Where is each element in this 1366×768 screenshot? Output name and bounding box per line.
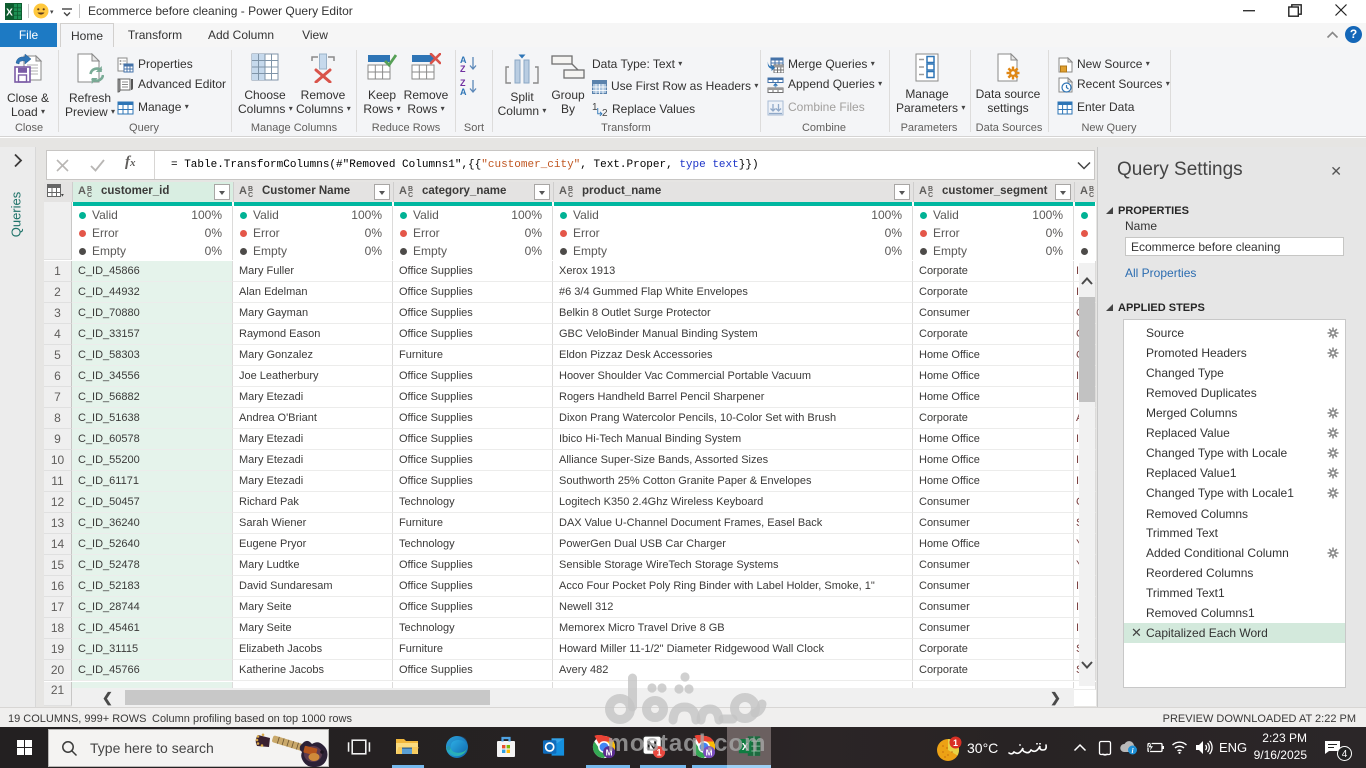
svg-text:M: M — [706, 747, 713, 757]
svg-text:M: M — [606, 747, 613, 757]
svg-text:X: X — [6, 8, 13, 19]
svg-text:Z: Z — [460, 64, 466, 72]
svg-text:1: 1 — [953, 738, 958, 748]
svg-text:1: 1 — [657, 747, 662, 757]
svg-text:X: X — [742, 742, 749, 753]
svg-text:A: A — [460, 87, 467, 95]
